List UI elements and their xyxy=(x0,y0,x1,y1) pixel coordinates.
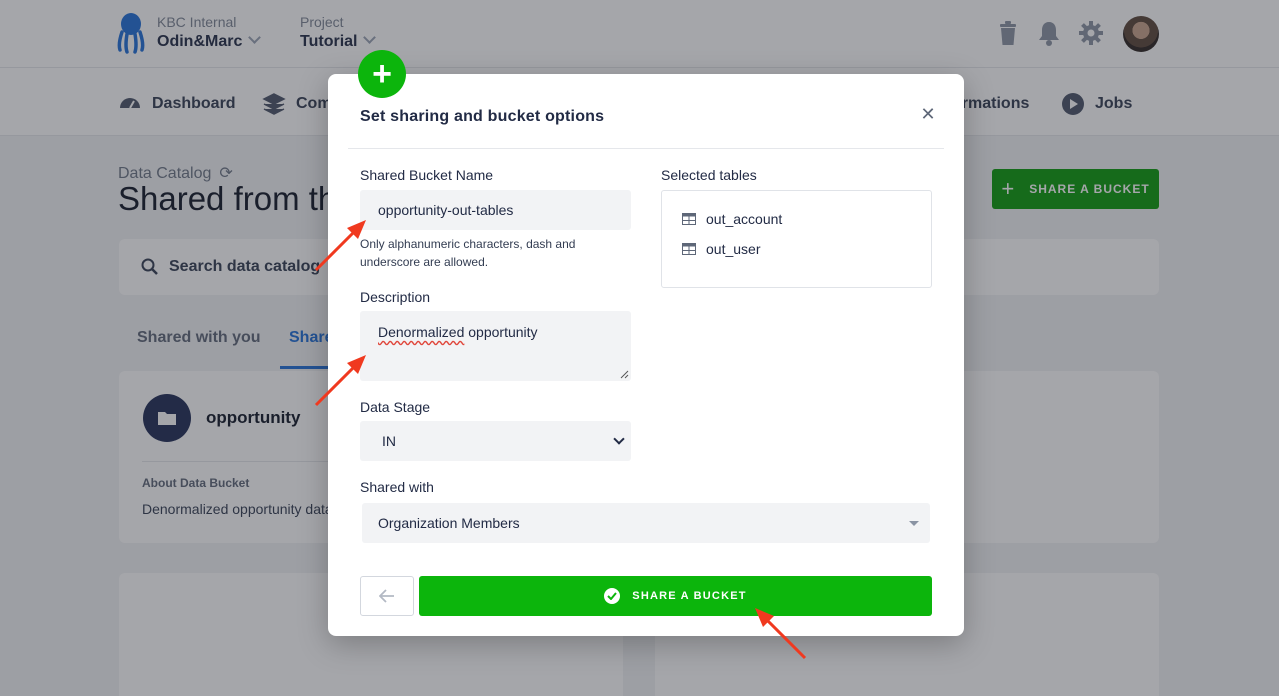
annotation-arrow xyxy=(314,355,366,407)
annotation-arrow xyxy=(314,220,366,272)
annotation-arrows xyxy=(314,220,807,660)
annotation-arrow xyxy=(755,608,807,660)
